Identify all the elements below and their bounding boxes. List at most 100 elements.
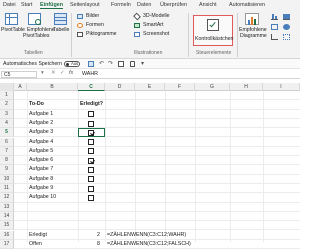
task-checkbox[interactable] [88,157,94,164]
task-cell[interactable]: Aufgabe 4 [29,138,53,147]
row-header[interactable]: 3 [0,109,14,119]
row-header[interactable]: 12 [0,193,14,203]
row-header[interactable]: 1 [0,91,14,101]
column-header[interactable]: B [27,83,78,91]
task-checkbox[interactable] [88,148,94,155]
recommended-charts-icon[interactable] [245,13,259,25]
row-header[interactable]: 16 [0,230,14,240]
lock-icon[interactable] [130,61,135,67]
task-checkbox[interactable] [88,139,94,146]
summary-formula-cell[interactable]: =ZÄHLENWENN(C3:C12;WAHR) [107,231,186,240]
column-header[interactable]: F [165,83,195,91]
task-cell[interactable]: Aufgabe 5 [29,147,53,156]
tab-automatisieren[interactable]: Automatisieren [229,1,265,9]
column-header[interactable]: A [14,83,27,91]
cancel-icon[interactable]: ✕ [51,70,56,76]
recommended-pivottables-line2[interactable]: PivotTables [23,33,50,39]
row-header[interactable]: 14 [0,211,14,222]
3d-models-icon[interactable] [133,12,141,21]
3d-models-button[interactable]: 3D-Modelle [143,13,170,19]
column-header[interactable]: D [105,83,135,91]
summary-value-cell[interactable]: 8 [97,240,100,249]
screenshot-button[interactable]: Screenshot [143,31,169,37]
task-cell[interactable]: Aufgabe 9 [29,184,53,193]
checkbox-button[interactable]: Kontrollkästchen [193,15,233,46]
scatter-chart-icon[interactable] [283,34,290,40]
pivottable-button[interactable]: PivotTable [1,27,25,33]
row-header[interactable]: 2 [0,100,14,110]
tab-daten[interactable]: Daten [137,1,151,9]
name-box-dropdown-icon[interactable]: ▾ [41,70,44,76]
column-header[interactable]: E [135,83,165,91]
images-button[interactable]: Bilder [86,13,99,19]
row-header[interactable]: 17 [0,239,14,249]
autosave-toggle[interactable]: Aus [64,61,80,67]
row-header[interactable]: 15 [0,221,14,231]
task-cell[interactable]: Aufgabe 8 [29,175,53,184]
hierarchy-chart-icon[interactable] [283,14,290,20]
icons-icon[interactable] [77,32,83,37]
clipboard-icon[interactable] [118,61,124,67]
row-header[interactable]: 7 [0,146,14,157]
table-icon[interactable] [54,13,67,25]
task-checkbox[interactable] [88,185,94,192]
save-icon[interactable] [88,61,94,67]
pie-chart-icon[interactable] [283,24,290,30]
summary-label-cell[interactable]: Erledigt [29,231,47,240]
smartart-icon[interactable] [134,23,140,28]
column-header[interactable]: H [230,83,263,91]
undo-icon[interactable]: ↶ [99,60,104,67]
tab-seitenlayout[interactable]: Seitenlayout [70,1,100,9]
row-header[interactable]: 11 [0,184,14,194]
summary-formula-cell[interactable]: =ZÄHLENWENN(C3:C12;FALSCH) [107,240,191,249]
enter-icon[interactable]: ✓ [60,70,65,76]
row-header[interactable]: 8 [0,156,14,166]
task-checkbox[interactable] [88,120,94,127]
redo-icon[interactable]: ↷ [108,60,113,67]
tab-start[interactable]: Start [21,1,32,9]
insert-function-icon[interactable]: fx [69,70,73,76]
tab-ansicht[interactable]: Ansicht [199,1,217,9]
task-cell[interactable]: Aufgabe 1 [29,110,53,119]
shapes-icon[interactable] [77,23,83,28]
select-all-corner[interactable] [0,83,14,91]
screenshot-icon[interactable] [134,32,140,37]
header-todo-cell[interactable]: To-Do [29,100,44,109]
column-chart-icon[interactable] [271,14,278,20]
task-cell[interactable]: Aufgabe 2 [29,119,53,128]
summary-label-cell[interactable]: Offen [29,240,42,249]
recommended-pivottables-icon[interactable] [28,13,41,25]
pivottable-icon[interactable] [5,13,18,25]
column-header-selected[interactable]: C [78,83,105,91]
column-header[interactable]: I [263,83,300,91]
tab-einfuegen[interactable]: Einfügen [40,1,64,9]
tab-formeln[interactable]: Formeln [111,1,131,9]
task-cell[interactable]: Aufgabe 3 [29,128,53,137]
row-header[interactable]: 10 [0,174,14,184]
header-erledigt-cell[interactable]: Erledigt? [80,100,103,109]
task-checkbox[interactable] [88,111,94,118]
recommended-charts-line2[interactable]: Diagramme [240,33,267,39]
task-cell[interactable]: Aufgabe 6 [29,156,53,165]
row-header[interactable]: 5 [0,128,14,138]
task-checkbox[interactable] [88,176,94,183]
row-header[interactable]: 6 [0,137,14,147]
shapes-button[interactable]: Formen [86,22,104,28]
bar-chart-icon[interactable] [271,34,278,40]
smartart-button[interactable]: SmartArt [143,22,163,28]
images-icon[interactable] [77,14,83,19]
task-cell[interactable]: Aufgabe 7 [29,165,53,174]
row-header[interactable]: 13 [0,202,14,212]
formula-input[interactable]: WAHR [82,71,98,77]
task-cell[interactable]: Aufgabe 10 [29,193,56,202]
tab-ueberpruefen[interactable]: Überprüfen [160,1,187,9]
name-box[interactable]: C5 [1,71,37,78]
line-chart-icon[interactable] [271,24,278,30]
tab-datei[interactable]: Datei [3,1,16,9]
summary-value-cell[interactable]: 2 [97,231,100,240]
column-header[interactable]: G [195,83,230,91]
table-button[interactable]: Tabelle [53,27,69,33]
task-checkbox[interactable] [88,194,94,201]
customize-toolbar-icon[interactable]: ▾ [141,60,144,67]
selected-cell-outline[interactable] [78,128,105,138]
